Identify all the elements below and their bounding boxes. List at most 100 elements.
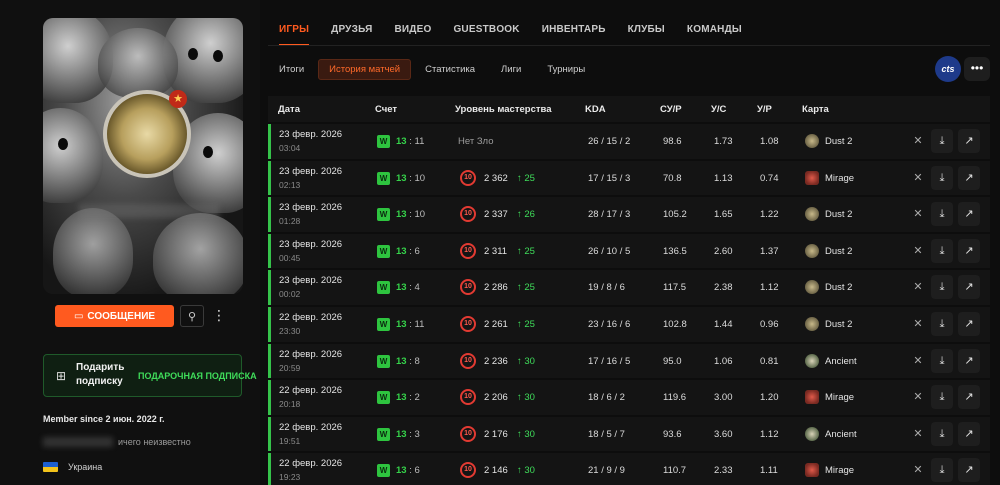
match-date: 22 февр. 2026: [279, 421, 343, 433]
match-score: 13 : 6: [396, 245, 420, 257]
skill-level-icon: 10: [460, 352, 476, 369]
adr-value: 95.0: [663, 355, 682, 367]
compare-icon[interactable]: ✕: [907, 312, 929, 336]
table-row[interactable]: 23 февр. 2026 02:13 W 13 : 10 10 2 362 ↑ 25 17 …: [268, 160, 990, 196]
subtab-1[interactable]: История матчей: [318, 59, 412, 80]
table-row[interactable]: 22 февр. 2026 20:18 W 13 : 2 10 2 206 ↑ 30 18 /…: [268, 380, 990, 415]
elo-gain: ↑ 25: [517, 245, 535, 257]
map-name: Mirage: [825, 172, 855, 184]
compare-icon[interactable]: ✕: [907, 239, 929, 263]
match-score: 13 : 11: [396, 136, 425, 147]
table-row[interactable]: 23 февр. 2026 01:28 W 13 : 10 10 2 337 ↑ 26 28 …: [268, 197, 990, 232]
subtab-3[interactable]: Лиги: [501, 64, 521, 75]
tab-4[interactable]: ИНВЕНТАРЬ: [542, 24, 606, 46]
subtab-2[interactable]: Статистика: [425, 64, 475, 75]
match-time: 03:04: [279, 143, 301, 153]
compare-icon[interactable]: ✕: [907, 458, 929, 482]
table-body: 23 февр. 2026 03:04 W 13 : 11 Нет Зло 26 / 15…: [268, 124, 990, 485]
download-icon[interactable]: ⤓: [931, 202, 953, 227]
compare-icon[interactable]: ✕: [907, 275, 929, 299]
blurred-text: [43, 437, 113, 447]
external-link-icon[interactable]: ↗: [958, 202, 980, 227]
download-icon[interactable]: ⤓: [931, 348, 953, 373]
download-icon[interactable]: ⤓: [931, 385, 953, 410]
kda-value: 26 / 10 / 5: [588, 245, 631, 257]
external-link-icon[interactable]: ↗: [958, 129, 980, 153]
match-date: 22 февр. 2026: [279, 458, 343, 470]
map-name: Dust 2: [825, 209, 853, 221]
table-row[interactable]: 23 февр. 2026 03:04 W 13 : 11 Нет Зло 26 / 15…: [268, 124, 990, 159]
download-icon[interactable]: ⤓: [931, 458, 953, 483]
external-link-icon[interactable]: ↗: [958, 165, 980, 190]
elo-gain: ↑ 30: [517, 465, 535, 477]
match-time: 20:18: [279, 399, 301, 410]
elo-value: 2 236: [484, 355, 508, 367]
elo-value: 2 176: [484, 428, 508, 440]
table-row[interactable]: 23 февр. 2026 00:02 W 13 : 4 10 2 286 ↑ 25 19 /…: [268, 270, 990, 305]
sub-tabs: Итоги История матчей Статистика Лиги Турниры: [279, 59, 611, 80]
map-icon: [805, 426, 819, 441]
external-link-icon[interactable]: ↗: [958, 275, 980, 300]
external-link-icon[interactable]: ↗: [958, 385, 980, 410]
skull-eye: [188, 48, 198, 60]
elo-gain: ↑ 25: [517, 282, 535, 294]
profile-more-button[interactable]: ⋮: [212, 305, 226, 327]
tab-3[interactable]: GUESTBOOK: [453, 24, 519, 46]
tab-6[interactable]: КОМАНДЫ: [687, 24, 742, 46]
tab-2[interactable]: ВИДЕО: [394, 24, 431, 46]
external-link-icon[interactable]: ↗: [958, 421, 980, 446]
external-link-icon[interactable]: ↗: [958, 311, 980, 336]
download-icon[interactable]: ⤓: [931, 275, 953, 300]
match-score: 13 : 6: [396, 465, 420, 477]
score-lost: 10: [414, 209, 426, 221]
kda-value: 21 / 9 / 9: [588, 465, 625, 477]
compare-icon[interactable]: ✕: [907, 349, 929, 373]
profile-avatar[interactable]: ★: [43, 18, 243, 294]
main-tabs: ИГРЫ ДРУЗЬЯ ВИДЕО GUESTBOOK ИНВЕНТАРЬ КЛУБЫ КО…: [279, 24, 764, 46]
compare-icon[interactable]: ✕: [907, 202, 929, 226]
match-score: 13 : 3: [396, 428, 420, 440]
tab-0[interactable]: ИГРЫ: [279, 24, 310, 46]
gift-subscription-card[interactable]: ⊞ Подарить подписку ПОДАРОЧНАЯ ПОДПИСКА: [43, 354, 257, 397]
download-icon[interactable]: ⤓: [931, 311, 953, 336]
subtab-4[interactable]: Турниры: [547, 64, 585, 75]
map-icon: [805, 134, 819, 148]
gift-subscription-link[interactable]: ПОДАРОЧНАЯ ПОДПИСКА: [138, 371, 257, 381]
more-options-button[interactable]: •••: [964, 57, 990, 81]
match-time: 19:23: [279, 472, 301, 483]
profile-sidebar: ★ ▭ СООБЩЕНИЕ ⚲ ⋮ ⊞ Подарить подписку ПО…: [0, 0, 260, 485]
elo-value: 2 261: [484, 318, 508, 330]
skill-level-icon: 10: [460, 279, 476, 296]
compare-icon[interactable]: ✕: [907, 129, 929, 153]
table-row[interactable]: 22 февр. 2026 23:30 W 13 : 11 10 2 261 ↑ 25 23 …: [268, 306, 990, 342]
compare-icon[interactable]: ✕: [907, 422, 929, 446]
download-icon[interactable]: ⤓: [931, 165, 953, 190]
download-icon[interactable]: ⤓: [931, 421, 953, 446]
subtab-0[interactable]: Итоги: [279, 64, 304, 75]
table-row[interactable]: 22 февр. 2026 19:51 W 13 : 3 10 2 176 ↑ 30 18 /…: [268, 416, 990, 452]
add-friend-button[interactable]: ⚲: [180, 305, 204, 327]
elo-gain: ↑ 25: [517, 318, 535, 330]
map-name: Dust 2: [825, 245, 853, 257]
elo-gain: ↑ 30: [517, 392, 535, 404]
download-icon[interactable]: ⤓: [931, 129, 953, 153]
match-time: 23:30: [279, 325, 301, 336]
external-link-icon[interactable]: ↗: [958, 458, 980, 483]
score-lost: 2: [414, 392, 420, 404]
message-button[interactable]: ▭ СООБЩЕНИЕ: [55, 305, 174, 327]
compare-icon[interactable]: ✕: [907, 385, 929, 409]
kd-value: 0.96: [760, 318, 779, 330]
download-icon[interactable]: ⤓: [931, 238, 953, 263]
table-row[interactable]: 23 февр. 2026 00:45 W 13 : 6 10 2 311 ↑ 25 26 /…: [268, 233, 990, 269]
table-row[interactable]: 22 февр. 2026 19:23 W 13 : 6 10 2 146 ↑ 30 21 /…: [268, 453, 990, 485]
result-badge: W: [377, 171, 390, 185]
tab-1[interactable]: ДРУЗЬЯ: [331, 24, 372, 46]
adr-value: 105.2: [663, 209, 687, 221]
map-icon: [805, 316, 819, 331]
external-link-icon[interactable]: ↗: [958, 238, 980, 263]
table-row[interactable]: 22 февр. 2026 20:59 W 13 : 8 10 2 236 ↑ 30 17 /…: [268, 343, 990, 379]
compare-icon[interactable]: ✕: [907, 166, 929, 190]
tab-5[interactable]: КЛУБЫ: [628, 24, 665, 46]
cts-badge[interactable]: cts: [935, 56, 961, 82]
external-link-icon[interactable]: ↗: [958, 348, 980, 373]
